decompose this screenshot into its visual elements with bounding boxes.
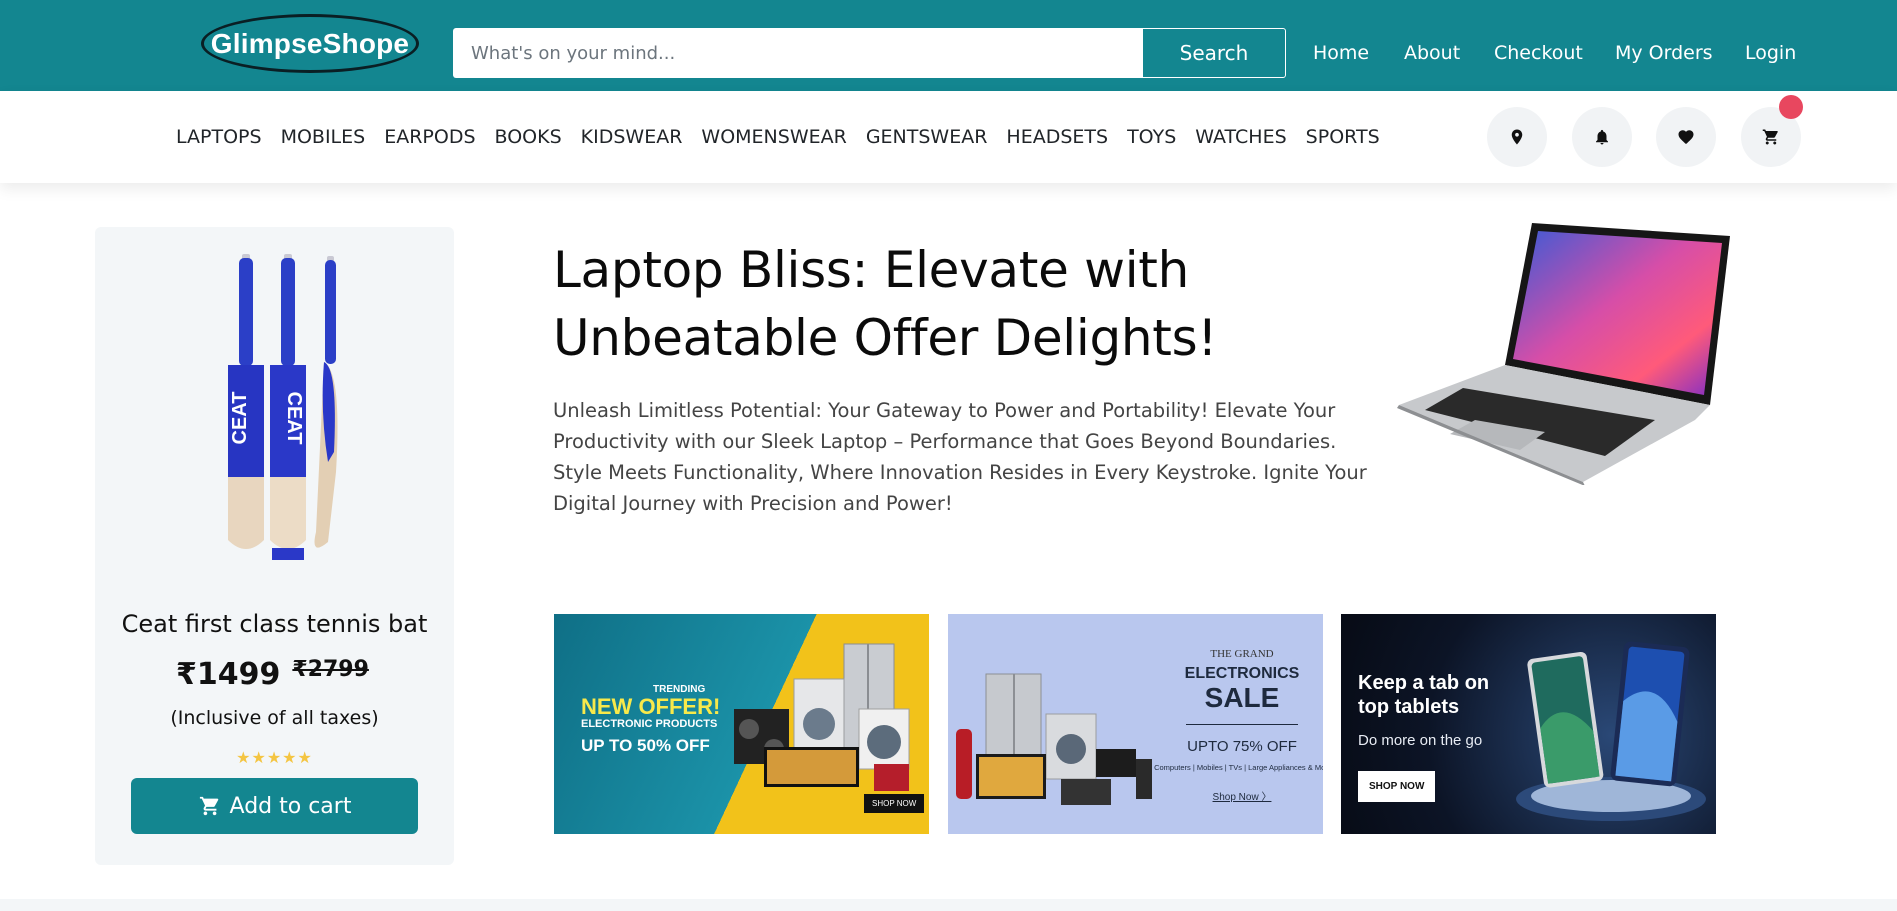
site-logo[interactable]: GlimpseShope (201, 14, 419, 73)
nav-about[interactable]: About (1404, 42, 1460, 64)
banner2-electronics: ELECTRONICS (1184, 665, 1300, 682)
bat-3 (314, 256, 338, 548)
bat-1: CEAT (228, 254, 264, 549)
banner2-shop-now[interactable]: Shop Now 〉 (1177, 788, 1307, 803)
svg-text:CEAT: CEAT (229, 392, 251, 445)
search-button[interactable]: Search (1142, 28, 1286, 78)
cart-icon (1762, 129, 1778, 145)
category-list: LAPTOPS MOBILES EARPODS BOOKS KIDSWEAR W… (176, 91, 1399, 183)
banner2-discount: UPTO 75% OFF (1187, 738, 1297, 755)
footer-strip (0, 899, 1897, 911)
category-sports[interactable]: SPORTS (1306, 126, 1380, 148)
category-books[interactable]: BOOKS (495, 126, 562, 148)
promo-banner-tablets[interactable]: Keep a tab on top tablets Do more on the… (1341, 614, 1716, 834)
product-old-price: ₹2799 (292, 657, 369, 682)
add-to-cart-button[interactable]: Add to cart (131, 778, 418, 834)
category-womenswear[interactable]: WOMENSWEAR (701, 126, 846, 148)
banner1-subtitle: ELECTRONIC PRODUCTS (581, 718, 718, 730)
banner1-shop-now[interactable]: SHOP NOW (864, 794, 925, 813)
category-headsets[interactable]: HEADSETS (1006, 126, 1108, 148)
category-kidswear[interactable]: KIDSWEAR (581, 126, 683, 148)
electronics-image (956, 673, 1152, 805)
top-navbar: GlimpseShope Search Home About Checkout … (0, 0, 1897, 91)
banner1-discount: UP TO 50% OFF (581, 736, 710, 755)
laptop-image (1397, 223, 1730, 485)
star-rating: ★★★★★ (236, 748, 313, 767)
product-name[interactable]: Ceat first class tennis bat (95, 610, 454, 638)
category-watches[interactable]: WATCHES (1195, 126, 1286, 148)
logo-text: GlimpseShope (210, 27, 410, 59)
nav-home[interactable]: Home (1313, 42, 1369, 64)
location-pin-icon (1511, 129, 1523, 145)
promo-banner-electronics-sale[interactable]: THE GRAND ELECTRONICS SALE UPTO 75% OFF … (948, 614, 1323, 834)
cart-icon (199, 796, 218, 816)
add-to-cart-label: Add to cart (229, 793, 352, 819)
nav-my-orders[interactable]: My Orders (1615, 42, 1713, 64)
bat-2: CEAT (270, 254, 306, 560)
nav-login[interactable]: Login (1745, 42, 1796, 64)
banner3-subtitle: Do more on the go (1358, 732, 1483, 749)
category-laptops[interactable]: LAPTOPS (176, 126, 262, 148)
tablets-image (1516, 641, 1706, 821)
hero-description: Unleash Limitless Potential: Your Gatewa… (553, 399, 1367, 515)
price-row: ₹1499 ₹2799 (176, 657, 369, 692)
category-gentswear[interactable]: GENTSWEAR (866, 126, 988, 148)
tax-note: (Inclusive of all taxes) (170, 707, 379, 729)
category-mobiles[interactable]: MOBILES (281, 126, 366, 148)
cart-badge (1779, 95, 1803, 119)
banner2-sale: SALE (1204, 682, 1280, 713)
bell-icon (1596, 129, 1608, 145)
notifications-button[interactable] (1572, 107, 1632, 167)
cricket-bat-image: CEAT CEAT (228, 254, 338, 560)
banner1-offer: NEW OFFER! (581, 694, 721, 719)
promo-banner-new-offer[interactable]: TRENDING NEW OFFER! ELECTRONIC PRODUCTS … (554, 614, 929, 834)
search-input[interactable] (453, 28, 1142, 78)
category-earpods[interactable]: EARPODS (384, 126, 475, 148)
banner2-categories: Computers | Mobiles | TVs | Large Applia… (1154, 763, 1323, 772)
banner2-divider (1186, 724, 1298, 725)
banner2-grand: THE GRAND (1210, 648, 1274, 660)
svg-text:CEAT: CEAT (283, 392, 305, 445)
hero-title: Laptop Bliss: Elevate with Unbeatable Of… (553, 241, 1218, 367)
location-button[interactable] (1487, 107, 1547, 167)
banner3-shop-now[interactable]: SHOP NOW (1358, 771, 1436, 802)
nav-checkout[interactable]: Checkout (1494, 42, 1583, 64)
banner3-title: Keep a tab on top tablets (1358, 672, 1490, 718)
heart-icon (1678, 130, 1694, 145)
appliances-image (734, 643, 910, 791)
category-toys[interactable]: TOYS (1127, 126, 1176, 148)
product-price: ₹1499 (176, 657, 281, 692)
wishlist-button[interactable] (1656, 107, 1716, 167)
